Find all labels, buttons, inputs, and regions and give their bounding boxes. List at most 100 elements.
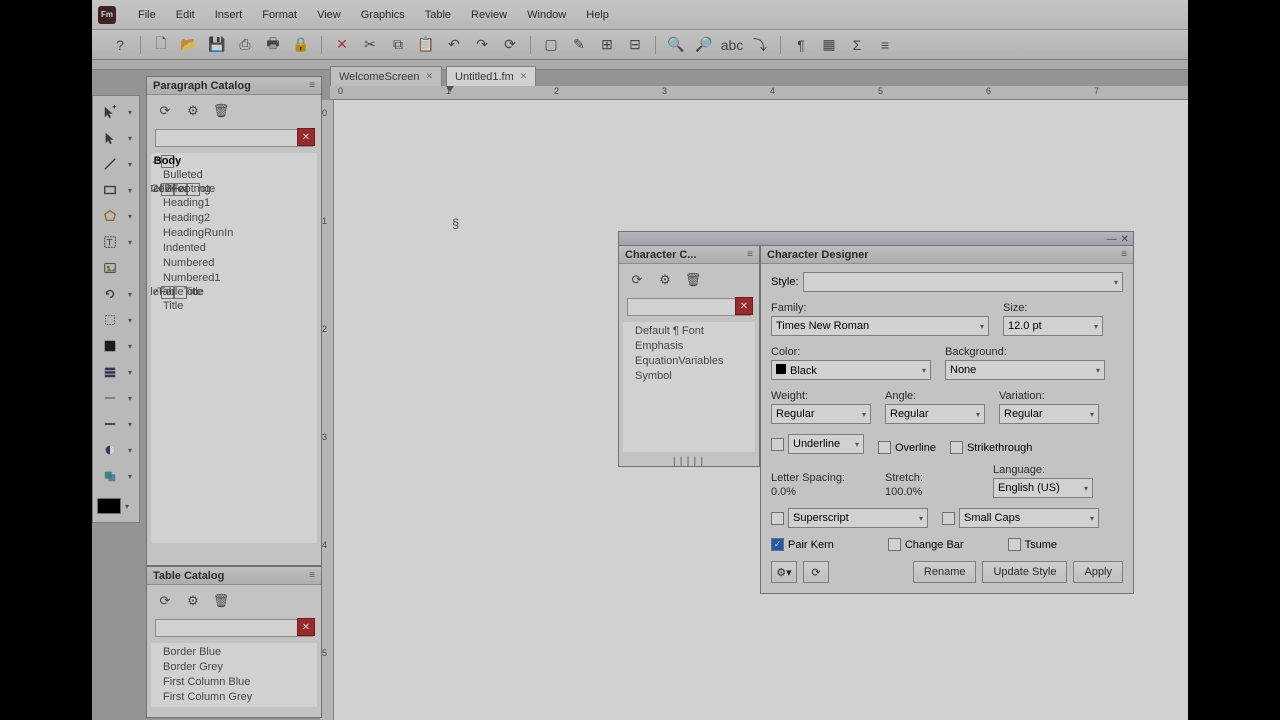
menu-review[interactable]: Review — [461, 5, 517, 25]
pairkern-checkbox[interactable]: ✓ — [771, 538, 784, 551]
help-icon[interactable]: ? — [110, 35, 130, 55]
family-dropdown[interactable]: Times New Roman▾ — [771, 316, 989, 336]
fill-color-icon[interactable] — [96, 335, 124, 357]
document-tab[interactable]: Untitled1.fm✕ — [446, 66, 536, 86]
panel-menu-icon[interactable]: ≡ — [309, 80, 315, 91]
menu-window[interactable]: Window — [517, 5, 576, 25]
refresh-icon[interactable]: ⟳ — [627, 270, 647, 290]
open-icon[interactable]: 📂 — [179, 35, 199, 55]
background-dropdown[interactable]: None▾ — [945, 360, 1105, 380]
delete-style-icon[interactable]: 🗑 — [211, 591, 231, 611]
character-style-list[interactable]: Default ¶ FontEmphasisEquationVariablesS… — [623, 322, 755, 452]
panel-menu-icon[interactable]: ≡ — [1121, 249, 1127, 260]
update-style-button[interactable]: Update Style — [982, 561, 1067, 583]
polygon-tool-icon[interactable] — [96, 205, 124, 227]
weight-dropdown[interactable]: Regular▾ — [771, 404, 871, 424]
menu-insert[interactable]: Insert — [205, 5, 253, 25]
variable-icon[interactable]: ⊞ — [597, 35, 617, 55]
smallcaps-checkbox[interactable] — [942, 512, 955, 525]
variation-dropdown[interactable]: Regular▾ — [999, 404, 1099, 424]
line-width-icon[interactable] — [96, 387, 124, 409]
refresh-icon[interactable]: ⟳ — [155, 591, 175, 611]
save-all-icon[interactable]: ⎙ — [235, 35, 255, 55]
options-icon[interactable]: ⚙ — [183, 591, 203, 611]
line-tool-icon[interactable] — [96, 153, 124, 175]
new-icon[interactable]: 🗋 — [151, 35, 171, 55]
list-item[interactable]: Default ¶ Font — [633, 324, 749, 339]
line-style-icon[interactable] — [96, 413, 124, 435]
list-item[interactable]: Indented — [161, 241, 311, 256]
spellcheck-icon[interactable]: abc — [722, 35, 742, 55]
underline-dropdown[interactable]: Underline▾ — [788, 434, 864, 454]
list-item[interactable]: Numbered1 — [161, 271, 311, 286]
list-item[interactable]: Bulleted — [161, 168, 311, 183]
filter-input[interactable] — [155, 129, 313, 147]
resize-grip-icon[interactable]: ┃┃┃┃┃ — [619, 456, 759, 466]
list-item[interactable]: TableTitle — [174, 286, 187, 299]
list-item[interactable]: Footnote — [187, 183, 200, 196]
menu-table[interactable]: Table — [415, 5, 461, 25]
table-style-list[interactable]: Border BlueBorder GreyFirst Column BlueF… — [151, 643, 317, 707]
copy-icon[interactable]: ⧉ — [388, 35, 408, 55]
undo-icon[interactable]: ↶ — [444, 35, 464, 55]
size-dropdown[interactable]: 12.0 pt▾ — [1003, 316, 1103, 336]
print-icon[interactable]: 🖶 — [263, 35, 283, 55]
list-item[interactable]: First Column Blue — [161, 675, 311, 690]
list-item[interactable]: Body — [161, 155, 174, 168]
xref-icon[interactable]: ⊟ — [625, 35, 645, 55]
select-tool-icon[interactable] — [96, 127, 124, 149]
menu-view[interactable]: View — [307, 5, 351, 25]
color-dropdown[interactable]: Black▾ — [771, 360, 931, 380]
menu-edit[interactable]: Edit — [166, 5, 205, 25]
list-item[interactable]: HeadingRunIn — [161, 226, 311, 241]
table-icon[interactable]: ▦ — [819, 35, 839, 55]
clear-filter-icon[interactable]: ✕ — [735, 297, 753, 315]
color-swatch[interactable] — [97, 498, 121, 514]
underline-checkbox[interactable] — [771, 438, 784, 451]
panel-menu-icon[interactable]: ≡ — [309, 570, 315, 581]
paste-icon[interactable]: 📋 — [416, 35, 436, 55]
zoom-out-icon[interactable]: 🔎 — [694, 35, 714, 55]
overline-checkbox[interactable] — [878, 441, 891, 454]
conditional-icon[interactable]: ≡ — [875, 35, 895, 55]
text-symbols-icon[interactable]: ¶ — [791, 35, 811, 55]
graphic-frame-tool-icon[interactable] — [96, 257, 124, 279]
changebar-checkbox[interactable] — [888, 538, 901, 551]
list-item[interactable]: Heading1 — [161, 196, 311, 211]
anchored-frame-icon[interactable]: ▢ — [541, 35, 561, 55]
angle-dropdown[interactable]: Regular▾ — [885, 404, 985, 424]
delete-style-icon[interactable]: 🗑 — [211, 101, 231, 121]
equation-icon[interactable]: Σ — [847, 35, 867, 55]
filter-input[interactable] — [155, 619, 313, 637]
list-item[interactable]: Symbol — [633, 369, 749, 384]
rename-button[interactable]: Rename — [913, 561, 977, 583]
close-icon[interactable]: ✕ — [520, 71, 528, 82]
superscript-checkbox[interactable] — [771, 512, 784, 525]
style-dropdown[interactable]: ▾ — [803, 272, 1123, 292]
list-item[interactable]: Border Grey — [161, 660, 311, 675]
rotate-tool-icon[interactable] — [96, 283, 124, 305]
list-item[interactable]: EquationVariables — [633, 354, 749, 369]
rectangle-tool-icon[interactable] — [96, 179, 124, 201]
settings-button[interactable]: ⚙▾ — [771, 561, 797, 583]
language-dropdown[interactable]: English (US)▾ — [993, 478, 1093, 498]
dropdown-icon[interactable]: ▾ — [124, 101, 136, 123]
save-icon[interactable]: 💾 — [207, 35, 227, 55]
apply-button[interactable]: Apply — [1073, 561, 1123, 583]
menu-file[interactable]: File — [128, 5, 166, 25]
close-icon[interactable]: ✕ — [1121, 234, 1129, 245]
panel-menu-icon[interactable]: ≡ — [747, 249, 753, 260]
minimize-icon[interactable]: — — [1107, 234, 1117, 245]
clear-filter-icon[interactable]: ✕ — [297, 618, 315, 636]
delete-style-icon[interactable]: 🗑 — [683, 270, 703, 290]
pattern-icon[interactable] — [96, 361, 124, 383]
menu-format[interactable]: Format — [252, 5, 307, 25]
paragraph-style-list[interactable]: BodyBulletedCellBodyCellHeadingFootnoteH… — [151, 153, 317, 543]
crop-tool-icon[interactable] — [96, 309, 124, 331]
tsume-checkbox[interactable] — [1008, 538, 1021, 551]
options-icon[interactable]: ⚙ — [655, 270, 675, 290]
refresh-icon[interactable]: ⟳ — [155, 101, 175, 121]
reset-button[interactable]: ⟳ — [803, 561, 829, 583]
marker-icon[interactable]: ✎ — [569, 35, 589, 55]
close-icon[interactable]: ✕ — [426, 71, 434, 82]
